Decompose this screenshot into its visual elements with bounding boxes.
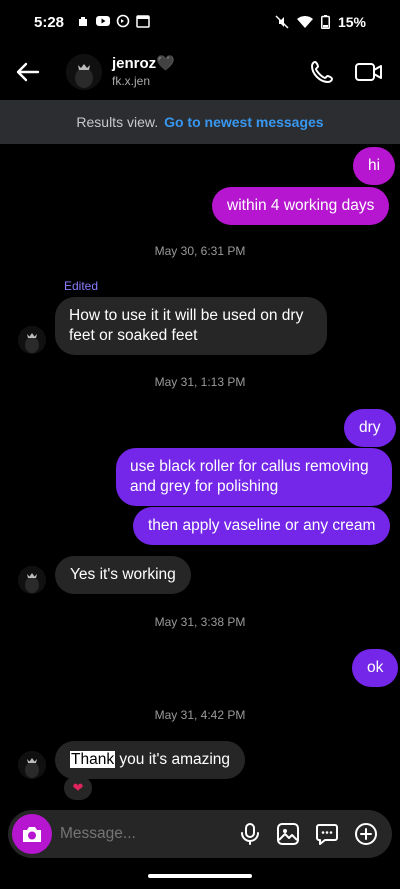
message-timestamp: May 31, 1:13 PM xyxy=(154,375,246,389)
mute-icon xyxy=(275,15,289,29)
battery-percent: 15% xyxy=(337,14,366,30)
wifi-icon xyxy=(296,16,313,28)
heart-icon: ❤ xyxy=(72,780,84,795)
results-view-text: Results view. xyxy=(76,114,159,130)
calendar-icon xyxy=(136,15,150,28)
status-time: 5:28 xyxy=(34,14,65,31)
message-outgoing[interactable]: then apply vaseline or any cream xyxy=(133,507,391,545)
contact-handle[interactable]: fk.x.jen xyxy=(112,74,150,88)
camera-button[interactable] xyxy=(12,814,52,854)
avatar[interactable] xyxy=(66,54,102,90)
message-incoming[interactable]: How to use it it will be used on dry fee… xyxy=(55,297,327,355)
contact-name[interactable]: jenroz🖤 xyxy=(112,54,175,72)
microphone-icon[interactable] xyxy=(238,822,262,846)
heart-reaction[interactable]: ❤ xyxy=(64,776,92,800)
message-input[interactable] xyxy=(60,810,230,858)
profile-photo-icon xyxy=(18,751,46,779)
search-highlight: Thank xyxy=(70,751,116,768)
message-outgoing[interactable]: use black roller for callus removing and… xyxy=(116,448,392,506)
message-outgoing[interactable]: dry xyxy=(344,409,396,447)
message-composer xyxy=(8,810,392,858)
results-view-banner: Results view. Go to newest messages xyxy=(0,100,400,144)
plus-icon[interactable] xyxy=(354,822,378,846)
profile-photo-icon xyxy=(66,54,102,90)
gallery-icon[interactable] xyxy=(276,822,300,846)
message-timestamp: May 30, 6:31 PM xyxy=(154,244,246,258)
message-outgoing[interactable]: hi xyxy=(353,147,396,185)
camera-icon xyxy=(23,827,41,842)
message-timestamp: May 31, 4:42 PM xyxy=(154,708,246,722)
sender-avatar[interactable] xyxy=(18,326,46,354)
chat-header: jenroz🖤 fk.x.jen xyxy=(0,44,400,100)
message-text: you it's amazing xyxy=(115,751,231,768)
go-to-newest-link[interactable]: Go to newest messages xyxy=(164,114,324,130)
battery-icon xyxy=(320,15,330,29)
sender-avatar[interactable] xyxy=(18,751,46,779)
sync-icon xyxy=(116,14,130,28)
message-outgoing[interactable]: within 4 working days xyxy=(212,187,390,225)
profile-photo-icon xyxy=(18,326,46,354)
message-outgoing[interactable]: ok xyxy=(352,649,399,687)
sender-avatar[interactable] xyxy=(18,566,46,594)
phone-icon[interactable] xyxy=(308,58,336,86)
status-bar: 5:28 15% xyxy=(0,0,400,44)
profile-photo-icon xyxy=(18,566,46,594)
message-incoming[interactable]: Thank you it's amazing xyxy=(55,741,246,779)
edited-label: Edited xyxy=(64,279,99,293)
youtube-icon xyxy=(96,16,110,26)
message-timestamp: May 31, 3:38 PM xyxy=(154,615,246,629)
message-incoming[interactable]: Yes it's working xyxy=(55,556,191,594)
sticker-icon[interactable] xyxy=(315,822,339,846)
back-arrow-icon[interactable] xyxy=(14,58,42,86)
notification-icon xyxy=(79,17,87,26)
video-camera-icon[interactable] xyxy=(354,58,384,86)
home-indicator[interactable] xyxy=(148,874,252,878)
